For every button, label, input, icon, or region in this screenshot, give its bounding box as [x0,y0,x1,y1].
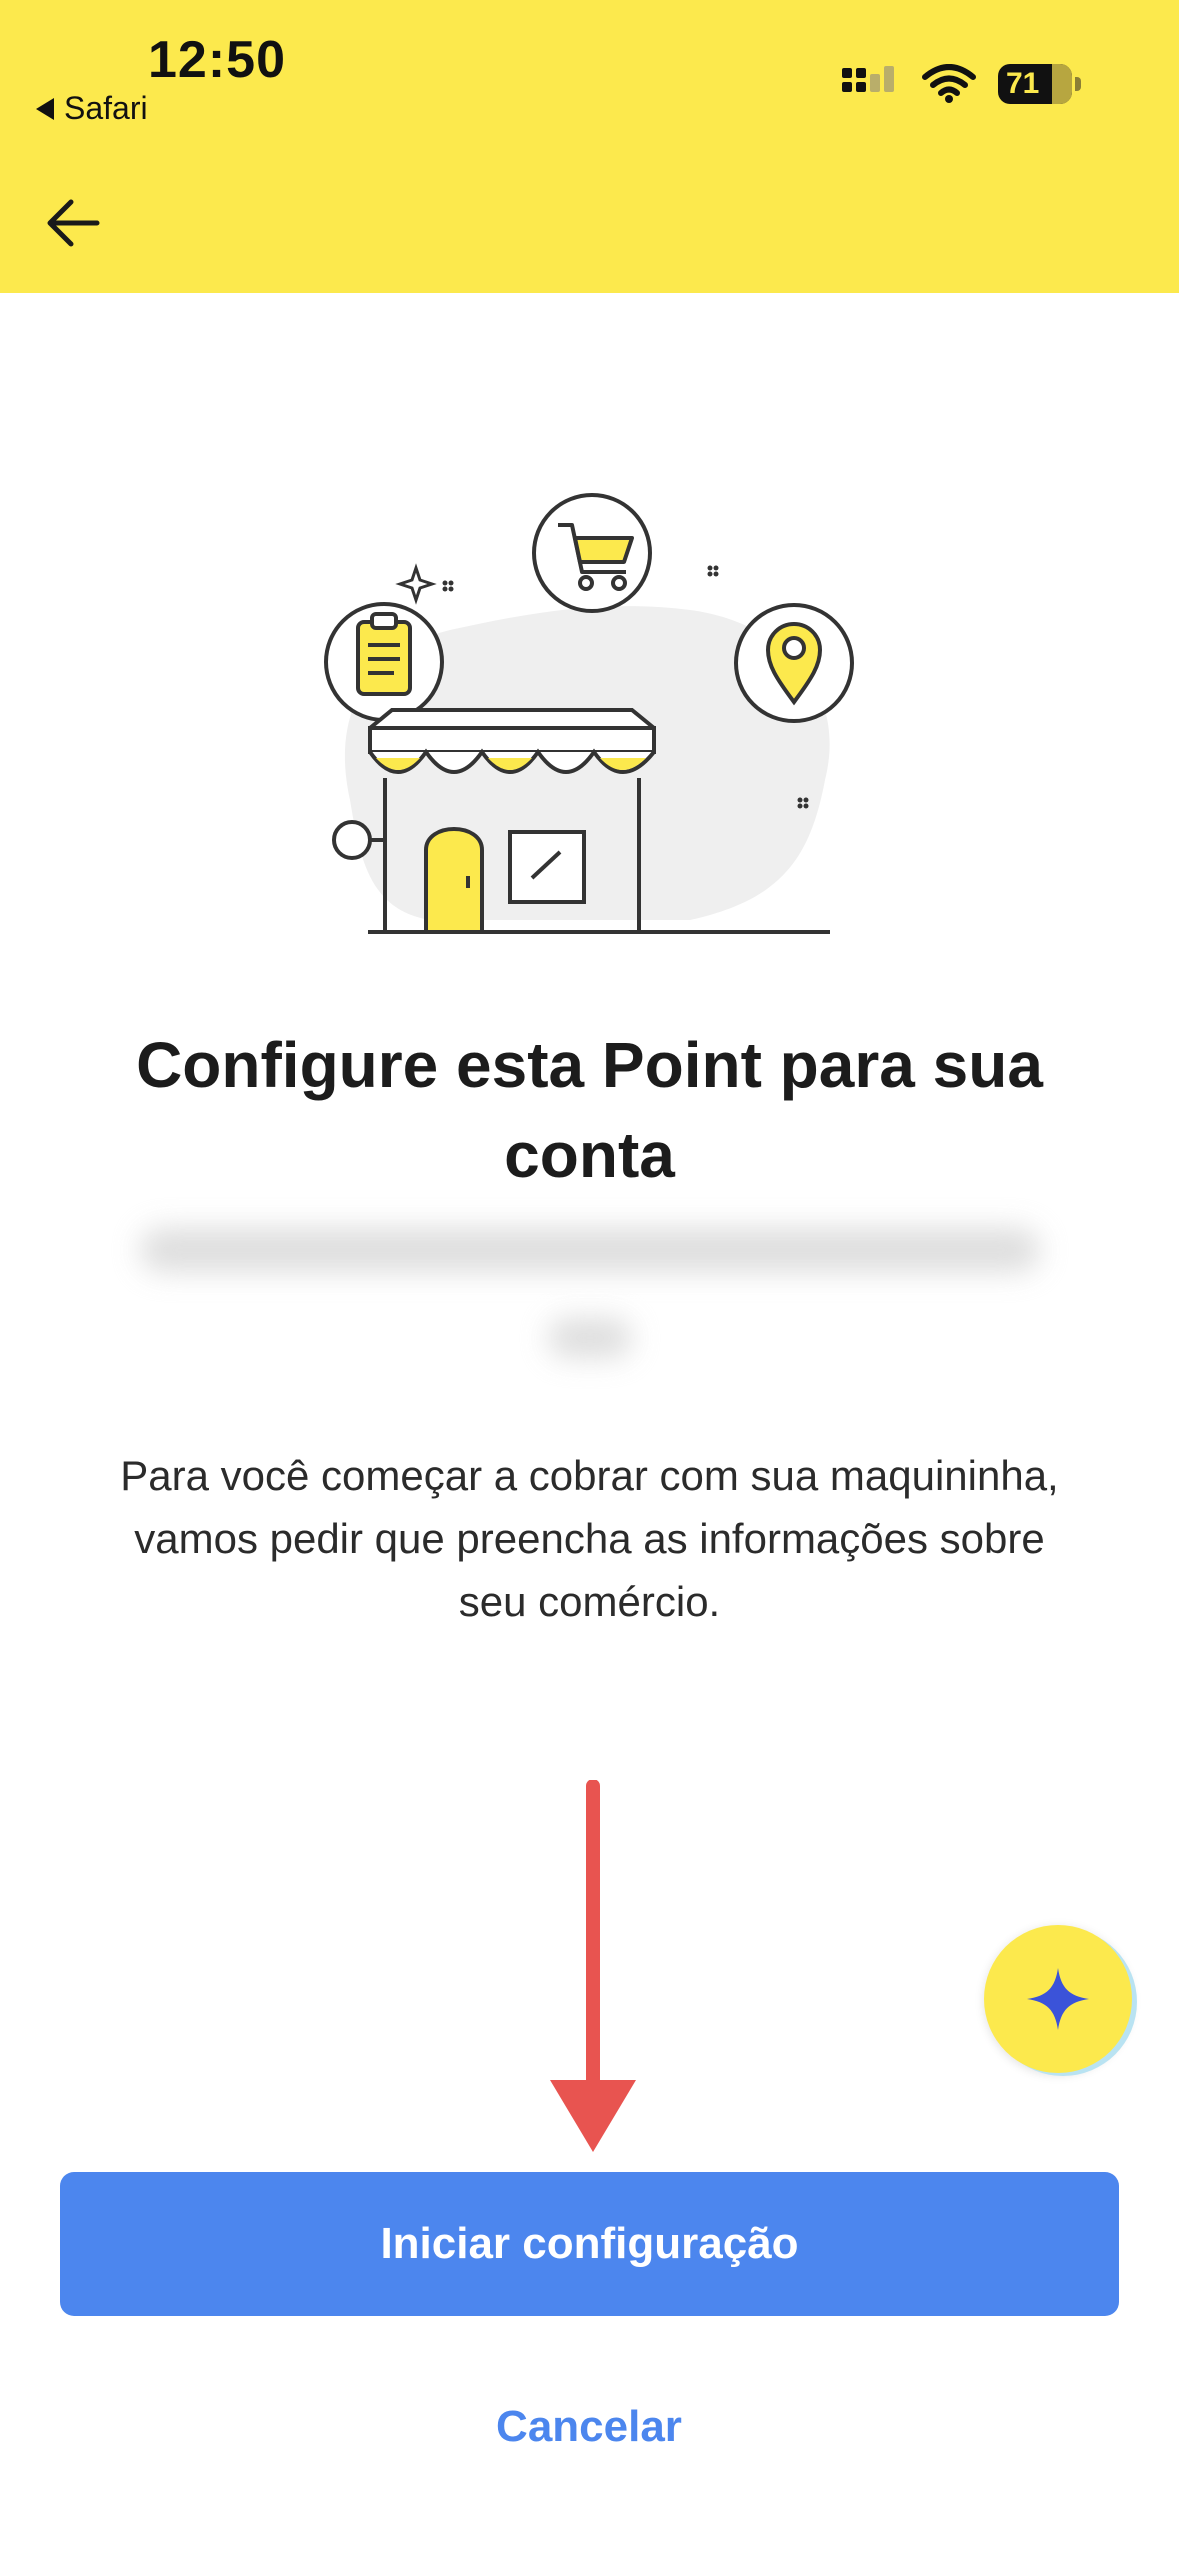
back-app-label: Safari [64,90,148,126]
assistant-fab[interactable] [984,1925,1132,2073]
red-arrow-annotation [550,1780,636,2152]
cellular-signal-icon [842,66,894,92]
wifi-icon [922,64,976,103]
clipboard-icon [324,602,444,722]
redacted-text-line-1 [140,1228,1040,1272]
sparkle-icon [1027,1968,1089,2030]
redacted-text-line-2 [548,1318,632,1358]
start-configuration-button[interactable]: Iniciar configuração [60,2172,1119,2316]
back-button[interactable] [40,190,106,256]
cancel-button[interactable]: Cancelar [389,2392,789,2462]
battery-icon: 71 [998,64,1072,104]
page-description: Para você começar a cobrar com sua maqui… [120,1452,1059,1625]
store-illustration [324,493,854,934]
back-arrow-icon [47,199,100,247]
back-to-safari[interactable]: Safari [36,90,148,127]
status-time: 12:50 [148,31,286,89]
status-icons: 71 [840,64,1081,104]
location-pin-icon [734,603,854,723]
back-triangle-icon [36,97,54,120]
page-title: Configure esta Point para sua conta [136,1029,1043,1191]
battery-level: 71 [1006,67,1040,100]
top-header: 12:50 Safari 71 [0,0,1179,293]
cart-icon [532,493,652,613]
